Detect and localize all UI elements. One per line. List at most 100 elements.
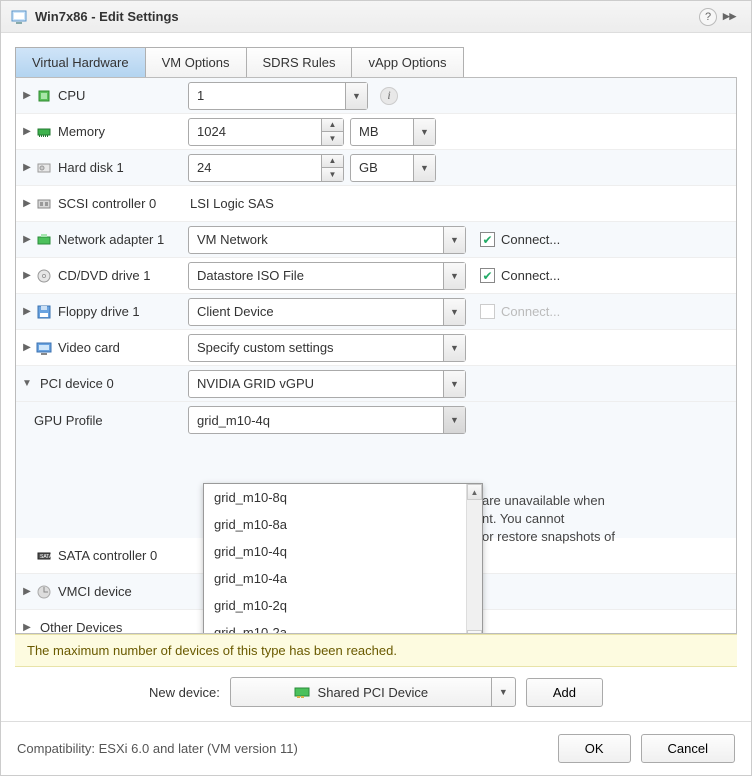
spinner-up-icon[interactable]: ▲ bbox=[322, 155, 343, 169]
expand-icon[interactable]: ▶ bbox=[22, 306, 32, 317]
chevron-down-icon: ▼ bbox=[345, 83, 367, 109]
gpu-profile-option[interactable]: grid_m10-2q bbox=[204, 592, 482, 619]
edit-settings-dialog: Win7x86 - Edit Settings ? ▸▸ Virtual Har… bbox=[0, 0, 752, 776]
tab-sdrs-rules[interactable]: SDRS Rules bbox=[247, 47, 353, 77]
chevron-down-icon: ▼ bbox=[413, 155, 435, 181]
tab-vm-options[interactable]: VM Options bbox=[146, 47, 247, 77]
row-scsi-controller-0: ▶ SCSI controller 0 LSI Logic SAS bbox=[16, 186, 736, 222]
gpu-profile-option[interactable]: grid_m10-4a bbox=[204, 565, 482, 592]
cd-dvd-drive-1-label: CD/DVD drive 1 bbox=[58, 268, 150, 283]
floppy-drive-1-value: Client Device bbox=[189, 299, 443, 325]
new-device-value: Shared PCI Device bbox=[318, 685, 429, 700]
cd-dvd-drive-1-select[interactable]: Datastore ISO File ▼ bbox=[188, 262, 466, 290]
hard-disk-1-spinner[interactable]: 24 ▲▼ bbox=[188, 154, 344, 182]
gpu-profile-option[interactable]: grid_m10-8a bbox=[204, 511, 482, 538]
chevron-down-icon: ▼ bbox=[443, 335, 465, 361]
gpu-profile-option[interactable]: grid_m10-4q bbox=[204, 538, 482, 565]
scsi-controller-0-label: SCSI controller 0 bbox=[58, 196, 156, 211]
add-button[interactable]: Add bbox=[526, 678, 603, 707]
chevron-down-icon: ▼ bbox=[443, 299, 465, 325]
hard-disk-1-unit-select[interactable]: GB ▼ bbox=[350, 154, 436, 182]
dialog-footer: Compatibility: ESXi 6.0 and later (VM ve… bbox=[1, 721, 751, 775]
cpu-select[interactable]: 1 ▼ bbox=[188, 82, 368, 110]
connect-label: Connect... bbox=[501, 232, 560, 247]
scsi-type-text: LSI Logic SAS bbox=[188, 196, 274, 211]
expand-button[interactable]: ▸▸ bbox=[723, 8, 741, 26]
chevron-down-icon: ▼ bbox=[443, 407, 465, 433]
gpu-profile-dropdown: grid_m10-8q grid_m10-8a grid_m10-4q grid… bbox=[203, 483, 483, 634]
spinner-up-icon[interactable]: ▲ bbox=[322, 119, 343, 133]
note-line-2: nt. You cannot bbox=[482, 511, 564, 526]
floppy-drive-1-connect-checkbox bbox=[480, 304, 495, 319]
expand-icon[interactable]: ▶ bbox=[22, 198, 32, 209]
dropdown-scrollbar[interactable]: ▲ ▼ bbox=[466, 484, 482, 634]
row-pci-device-0: ▼ PCI device 0 NVIDIA GRID vGPU ▼ bbox=[16, 366, 736, 402]
vm-icon bbox=[11, 9, 27, 25]
gpu-profile-option[interactable]: grid_m10-8q bbox=[204, 484, 482, 511]
vgpu-note-text: are unavailable when nt. You cannot or r… bbox=[482, 492, 682, 547]
help-button[interactable]: ? bbox=[699, 8, 717, 26]
connect-label: Connect... bbox=[501, 304, 560, 319]
expand-icon[interactable]: ▶ bbox=[22, 234, 32, 245]
floppy-drive-1-label: Floppy drive 1 bbox=[58, 304, 140, 319]
vmci-device-icon bbox=[36, 584, 52, 600]
expand-icon[interactable]: ▶ bbox=[22, 342, 32, 353]
gpu-profile-option[interactable]: grid_m10-2a bbox=[204, 619, 482, 634]
spinner-down-icon[interactable]: ▼ bbox=[322, 168, 343, 181]
sata-controller-0-label: SATA controller 0 bbox=[58, 548, 157, 563]
compatibility-text: Compatibility: ESXi 6.0 and later (VM ve… bbox=[17, 741, 548, 756]
cpu-label: CPU bbox=[58, 88, 85, 103]
expand-icon[interactable]: ▶ bbox=[22, 126, 32, 137]
row-video-card: ▶ Video card Specify custom settings ▼ bbox=[16, 330, 736, 366]
chevron-down-icon: ▼ bbox=[443, 263, 465, 289]
cancel-button[interactable]: Cancel bbox=[641, 734, 735, 763]
svg-text:SATA: SATA bbox=[40, 554, 52, 560]
hard-disk-1-label: Hard disk 1 bbox=[58, 160, 124, 175]
expand-icon[interactable]: ▶ bbox=[22, 90, 32, 101]
titlebar: Win7x86 - Edit Settings ? ▸▸ bbox=[1, 1, 751, 33]
memory-spinner[interactable]: 1024 ▲▼ bbox=[188, 118, 344, 146]
cd-dvd-drive-1-connect-checkbox[interactable]: ✔ bbox=[480, 268, 495, 283]
tabs: Virtual Hardware VM Options SDRS Rules v… bbox=[15, 47, 737, 77]
warning-bar: The maximum number of devices of this ty… bbox=[15, 634, 737, 667]
memory-unit-select[interactable]: MB ▼ bbox=[350, 118, 436, 146]
video-card-icon bbox=[36, 340, 52, 356]
expand-icon[interactable]: ▶ bbox=[22, 586, 32, 597]
new-device-select[interactable]: Shared PCI Device ▼ bbox=[230, 677, 516, 707]
row-cpu: ▶ CPU 1 ▼ i bbox=[16, 78, 736, 114]
ok-button[interactable]: OK bbox=[558, 734, 631, 763]
gpu-profile-select[interactable]: grid_m10-4q ▼ bbox=[188, 406, 466, 434]
pci-device-icon bbox=[294, 685, 310, 699]
scroll-up-icon[interactable]: ▲ bbox=[467, 484, 482, 500]
video-card-select[interactable]: Specify custom settings ▼ bbox=[188, 334, 466, 362]
pci-device-0-value: NVIDIA GRID vGPU bbox=[189, 371, 443, 397]
spinner-down-icon[interactable]: ▼ bbox=[322, 132, 343, 145]
window-title: Win7x86 - Edit Settings bbox=[35, 9, 693, 24]
memory-value: 1024 bbox=[189, 119, 321, 145]
vmci-device-label: VMCI device bbox=[58, 584, 132, 599]
connect-label: Connect... bbox=[501, 268, 560, 283]
hard-disk-1-unit: GB bbox=[351, 155, 413, 181]
tab-virtual-hardware[interactable]: Virtual Hardware bbox=[15, 47, 146, 77]
gpu-profile-label: GPU Profile bbox=[34, 413, 103, 428]
expand-icon[interactable]: ▶ bbox=[22, 162, 32, 173]
cpu-value: 1 bbox=[189, 83, 345, 109]
video-card-value: Specify custom settings bbox=[189, 335, 443, 361]
network-adapter-1-select[interactable]: VM Network ▼ bbox=[188, 226, 466, 254]
cpu-icon bbox=[36, 88, 52, 104]
pci-device-0-select[interactable]: NVIDIA GRID vGPU ▼ bbox=[188, 370, 466, 398]
network-adapter-icon bbox=[36, 232, 52, 248]
expand-icon[interactable]: ▶ bbox=[22, 270, 32, 281]
floppy-drive-1-select[interactable]: Client Device ▼ bbox=[188, 298, 466, 326]
row-floppy-drive-1: ▶ Floppy drive 1 Client Device ▼ bbox=[16, 294, 736, 330]
collapse-icon[interactable]: ▼ bbox=[22, 378, 32, 389]
info-icon[interactable]: i bbox=[380, 87, 398, 105]
network-adapter-1-connect-checkbox[interactable]: ✔ bbox=[480, 232, 495, 247]
expand-icon[interactable]: ▶ bbox=[22, 622, 32, 633]
row-cd-dvd-drive-1: ▶ CD/DVD drive 1 Datastore ISO File ▼ ✔ bbox=[16, 258, 736, 294]
tab-vapp-options[interactable]: vApp Options bbox=[352, 47, 463, 77]
hard-disk-1-value: 24 bbox=[189, 155, 321, 181]
hardware-panel: ▶ CPU 1 ▼ i bbox=[15, 77, 737, 634]
pci-device-0-label: PCI device 0 bbox=[40, 376, 114, 391]
floppy-icon bbox=[36, 304, 52, 320]
